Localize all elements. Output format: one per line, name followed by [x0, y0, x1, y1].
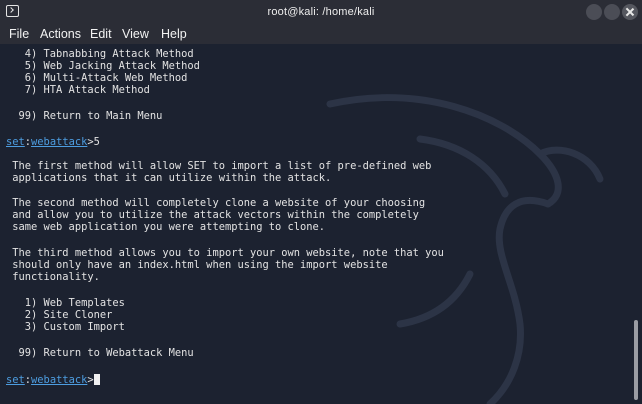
terminal-line: 5) Web Jacking Attack Method — [6, 60, 200, 72]
prompt-module: webattack — [31, 136, 88, 148]
terminal-line: The second method will completely clone … — [6, 197, 426, 209]
prompt-set: set — [6, 136, 25, 148]
terminal-line: The third method allows you to import yo… — [6, 247, 444, 259]
prompt-set: set — [6, 374, 25, 386]
terminal-output[interactable]: 4) Tabnabbing Attack Method 5) Web Jacki… — [0, 44, 630, 404]
menu-actions[interactable]: Actions — [40, 27, 81, 41]
terminal-line: 2) Site Cloner — [6, 309, 113, 321]
window-title: root@kali: /home/kali — [267, 6, 375, 18]
maximize-button[interactable] — [604, 4, 620, 20]
scrollbar-thumb[interactable] — [634, 320, 638, 400]
terminal-line: 7) HTA Attack Method — [6, 84, 150, 96]
terminal-line: applications that it can utilize within … — [6, 172, 332, 184]
menu-help[interactable]: Help — [161, 27, 187, 41]
terminal-line: 6) Multi-Attack Web Method — [6, 72, 188, 84]
prompt-line[interactable]: set:webattack> — [6, 374, 100, 386]
text-cursor — [93, 374, 100, 385]
terminal-line: 1) Web Templates — [6, 297, 125, 309]
terminal-line: same web application you were attempting… — [6, 221, 326, 233]
prompt-module: webattack — [31, 374, 88, 386]
terminal-line: functionality. — [6, 271, 100, 283]
terminal-line: The first method will allow SET to impor… — [6, 160, 432, 172]
minimize-button[interactable] — [586, 4, 602, 20]
terminal-line: 99) Return to Webattack Menu — [6, 347, 194, 359]
menu-bar: File Actions Edit View Help — [0, 25, 642, 44]
terminal-line: and allow you to utilize the attack vect… — [6, 209, 419, 221]
terminal-line: 4) Tabnabbing Attack Method — [6, 48, 194, 60]
menu-file[interactable]: File — [9, 27, 29, 41]
title-bar: root@kali: /home/kali — [0, 0, 642, 25]
terminal-line: 99) Return to Main Menu — [6, 110, 163, 122]
terminal-line: should only have an index.html when usin… — [6, 259, 388, 271]
prompt-input: 5 — [93, 136, 100, 148]
prompt-line: set:webattack>5 — [6, 136, 100, 148]
terminal-line: 3) Custom Import — [6, 321, 125, 333]
menu-view[interactable]: View — [122, 27, 149, 41]
close-button[interactable] — [622, 4, 638, 20]
menu-edit[interactable]: Edit — [90, 27, 112, 41]
scrollbar[interactable] — [630, 44, 642, 404]
